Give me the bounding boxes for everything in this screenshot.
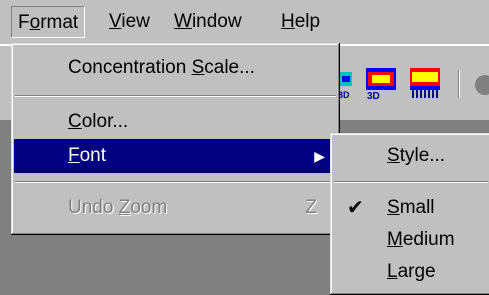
undo-zoom-label-a: Undo	[68, 197, 119, 218]
font-submenu: Style... ✔ Small Medium Large	[330, 133, 489, 295]
medium-label-b: edium	[402, 229, 455, 250]
color-3d-icon[interactable]: 3D	[364, 66, 398, 102]
undo-zoom-shortcut: Z	[305, 197, 317, 218]
color-mnemonic: C	[68, 111, 82, 132]
menu-view-label-mnemonic: V	[109, 11, 122, 32]
menu-item-color[interactable]: Color...	[14, 105, 337, 139]
menu-window-label-mnemonic: W	[174, 11, 192, 32]
menu-view[interactable]: View	[103, 6, 156, 38]
menu-item-font[interactable]: Font ▶	[14, 139, 337, 173]
font-label-b: ont	[79, 145, 107, 166]
medium-mnemonic: M	[387, 229, 403, 250]
checkmark-icon: ✔	[347, 197, 364, 219]
menu-separator	[15, 181, 336, 183]
submenu-arrow-icon: ▶	[314, 148, 325, 164]
menu-help-label-mnemonic: H	[281, 11, 295, 32]
menu-view-label-b: iew	[121, 11, 150, 32]
concentration-3d-icon[interactable]: 3D	[338, 68, 360, 102]
menu-separator	[334, 181, 488, 183]
menu-help-label-b: elp	[294, 11, 321, 32]
menu-item-style[interactable]: Style...	[333, 139, 489, 173]
undo-zoom-label-b: oom	[130, 197, 168, 218]
format-menu: Concentration Scale... Color... Font ▶ Un…	[11, 43, 340, 235]
undo-zoom-mnemonic: Z	[118, 197, 131, 218]
concentration-scale-label-b: cale...	[204, 57, 255, 78]
color-3d-icon-label: 3D	[367, 91, 380, 102]
menu-window-label-b: indow	[191, 11, 242, 32]
large-label-b: arge	[397, 261, 436, 282]
menu-item-undo-zoom[interactable]: Undo Zoom Z	[14, 191, 337, 225]
style-mnemonic: S	[387, 145, 400, 166]
small-label-b: mall	[399, 197, 435, 218]
menu-separator	[15, 95, 336, 97]
menu-item-medium[interactable]: Medium	[333, 223, 489, 257]
style-label-b: tyle...	[399, 145, 446, 166]
concentration-scale-label-a: Concentration	[68, 57, 192, 78]
concentration-scale-mnemonic: S	[191, 57, 205, 78]
menu-format-label-a: F	[18, 12, 30, 33]
menu-format-label-b: rmat	[40, 12, 79, 33]
color-label-b: olor...	[81, 111, 129, 132]
circle-icon[interactable]	[473, 70, 489, 100]
menu-format[interactable]: Format	[11, 6, 86, 38]
menu-bar: Format View Window Help	[0, 0, 489, 44]
large-mnemonic: L	[387, 261, 398, 282]
shaded-map-icon[interactable]	[408, 66, 442, 102]
menu-format-label-mnemonic: o	[29, 12, 41, 33]
menu-help[interactable]: Help	[275, 6, 326, 38]
menu-item-concentration-scale[interactable]: Concentration Scale...	[14, 51, 337, 85]
toolbar-separator	[458, 70, 460, 98]
menu-window[interactable]: Window	[168, 6, 248, 38]
menu-item-small[interactable]: ✔ Small	[333, 191, 489, 225]
font-mnemonic: F	[68, 145, 80, 166]
menu-item-large[interactable]: Large	[333, 255, 489, 289]
small-mnemonic: S	[387, 197, 400, 218]
